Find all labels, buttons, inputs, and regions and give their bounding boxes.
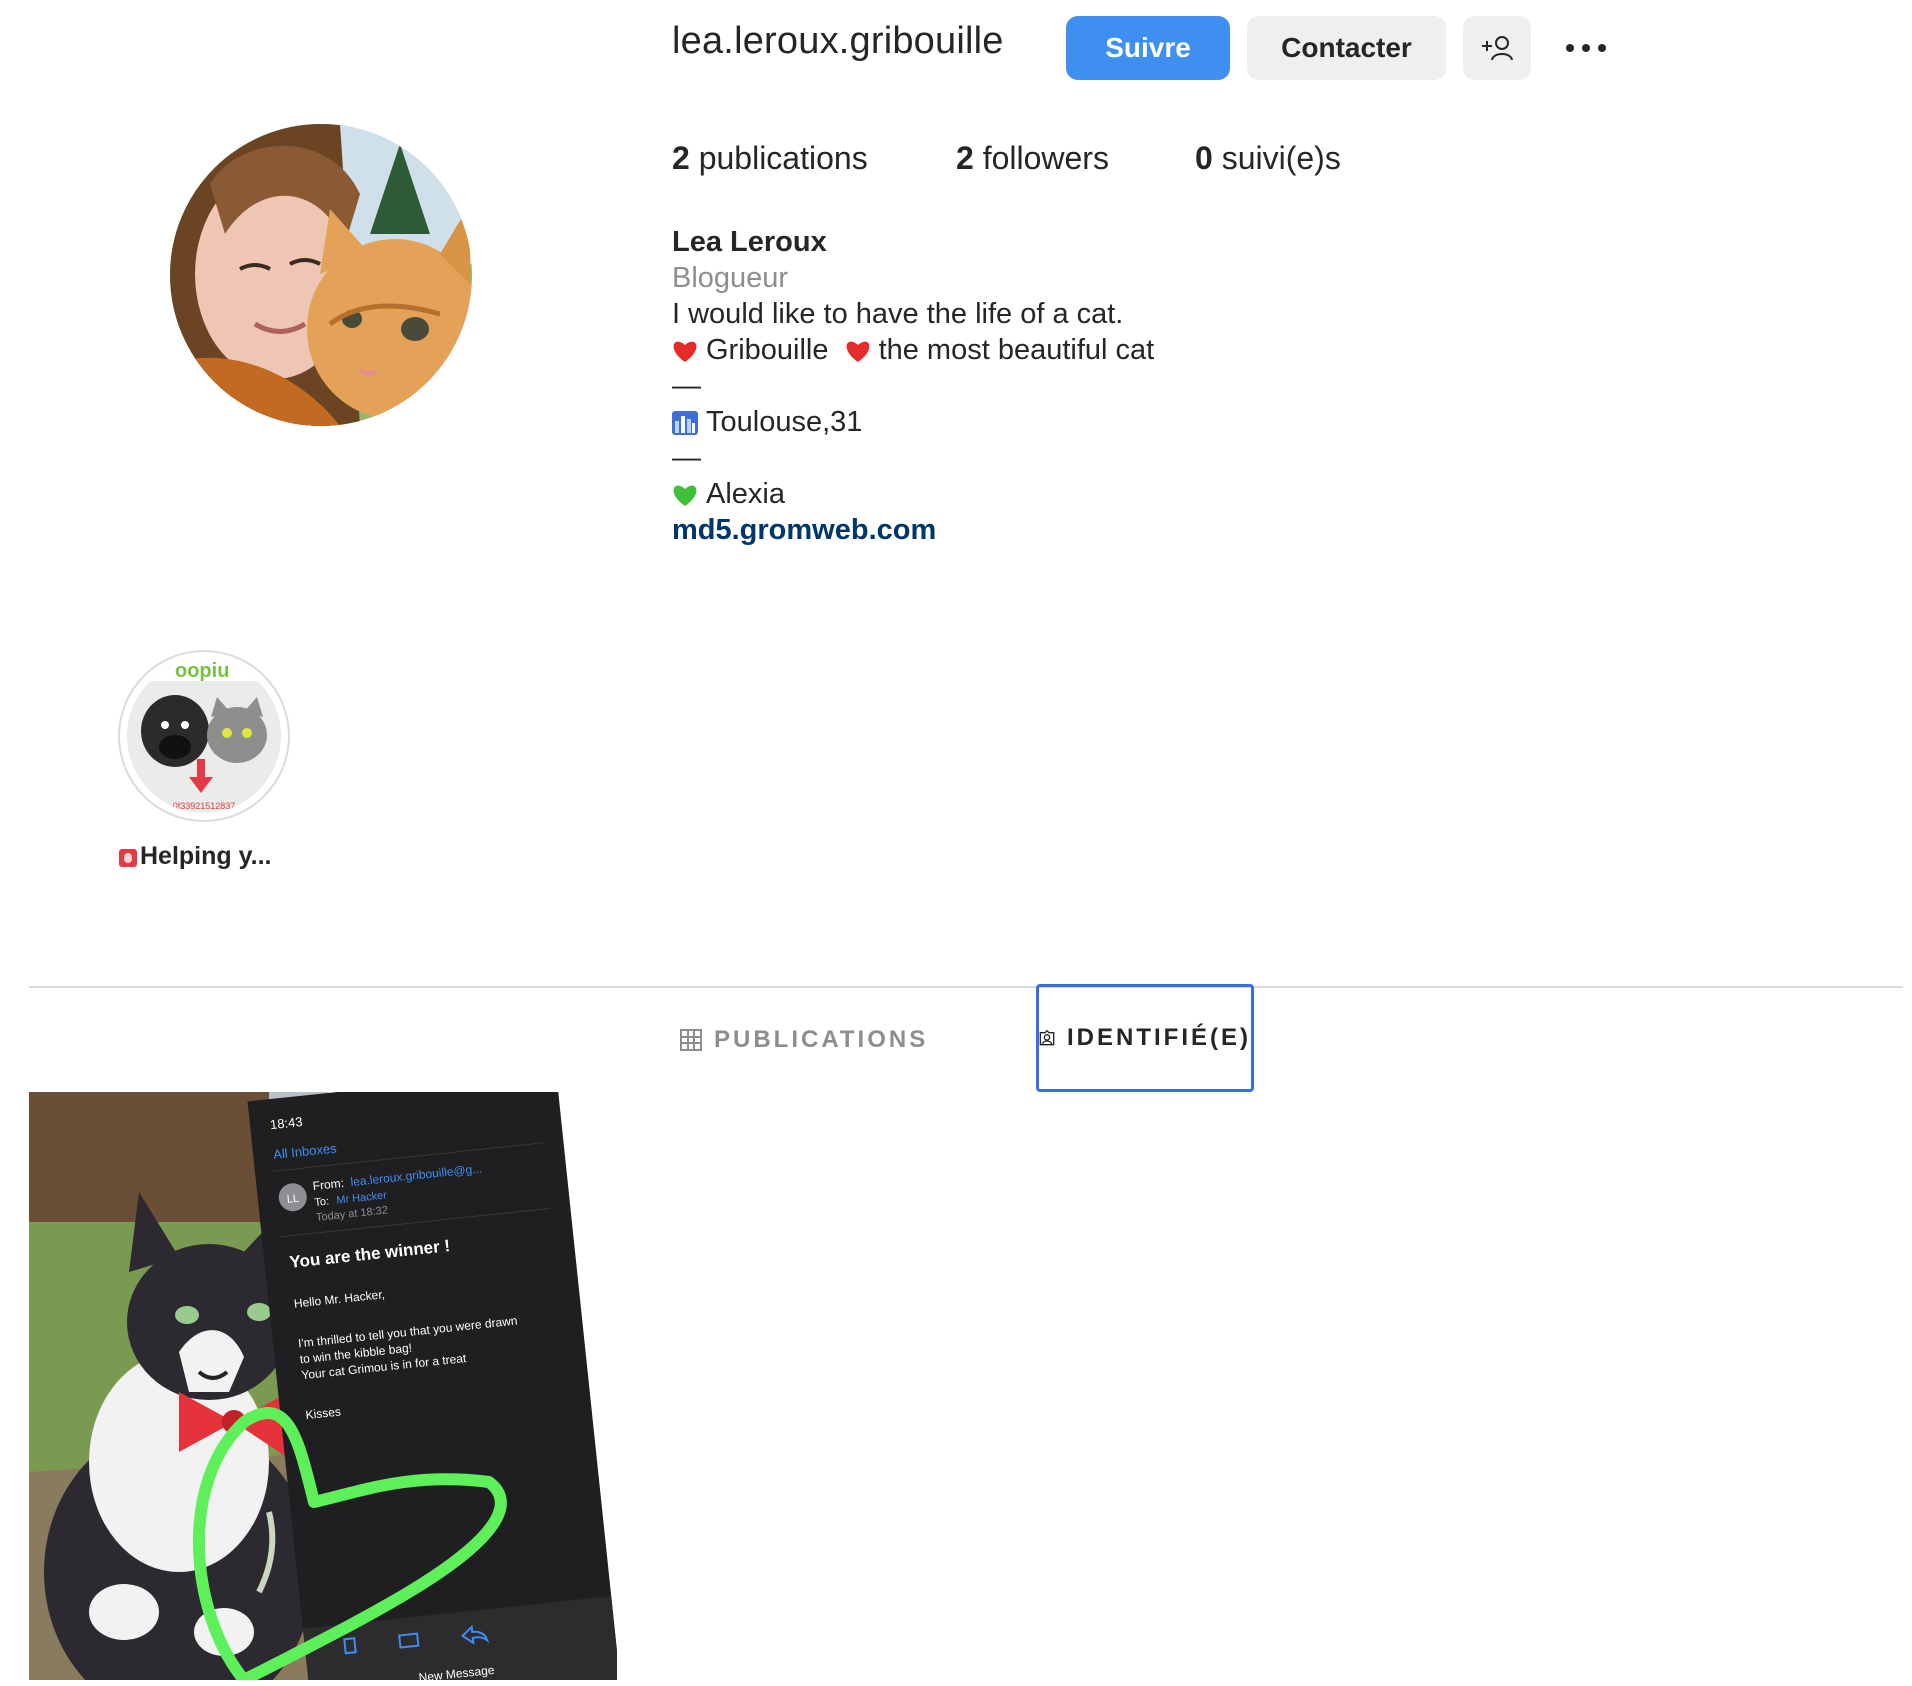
tab-tagged-label: IDENTIFIÉ(E)	[1067, 1024, 1251, 1051]
bio-separator: —	[672, 442, 701, 474]
red-heart-icon	[673, 341, 697, 363]
highlight-image-text: 0f33921512837	[173, 801, 236, 811]
profile-username: lea.leroux.gribouille	[672, 20, 1004, 62]
tagged-user-icon	[1039, 1029, 1055, 1046]
followers-count-value: 2	[956, 140, 974, 176]
followers-count[interactable]: 2 followers	[956, 140, 1109, 177]
add-user-icon	[1482, 36, 1513, 61]
highlight-cover: oopiu 0f33921512837	[127, 659, 281, 813]
bio-partner-text: Alexia	[706, 478, 785, 510]
post-thumbnail[interactable]: 18:43 All Inboxes LL From: lea.leroux.gr…	[29, 1092, 617, 1680]
green-heart-icon	[673, 485, 697, 507]
siren-icon	[119, 848, 137, 867]
profile-avatar[interactable]	[170, 124, 472, 426]
bio-line-2-a: Gribouille	[706, 334, 829, 366]
more-options-icon	[1566, 44, 1606, 52]
more-options-button[interactable]	[1556, 26, 1616, 70]
profile-website-link[interactable]: md5.gromweb.com	[672, 512, 1154, 548]
highlight-label-text: Helping y...	[140, 842, 272, 870]
add-user-button[interactable]	[1463, 16, 1531, 80]
following-count-label: suivi(e)s	[1212, 140, 1341, 176]
post-sender-initials: LL	[286, 1193, 299, 1206]
bio-location: Toulouse,31	[672, 404, 1154, 440]
follow-button[interactable]: Suivre	[1066, 16, 1230, 80]
bio-partner: Alexia	[672, 476, 1154, 512]
post-to-label: To:	[314, 1196, 330, 1209]
post-image: 18:43 All Inboxes LL From: lea.leroux.gr…	[29, 1092, 617, 1680]
following-count-value: 0	[1195, 140, 1213, 176]
story-highlight[interactable]: oopiu 0f33921512837	[118, 650, 290, 822]
posts-count-label: publications	[689, 140, 868, 176]
following-count[interactable]: 0 suivi(e)s	[1195, 140, 1341, 177]
bio-separator: —	[672, 370, 701, 402]
profile-full-name: Lea Leroux	[672, 226, 827, 258]
highlight-label[interactable]: Helping y...	[118, 842, 272, 871]
tab-publications-label: PUBLICATIONS	[714, 1026, 929, 1053]
bio-location-text: Toulouse,31	[706, 406, 863, 438]
bio-line-1: I would like to have the life of a cat.	[672, 298, 1124, 330]
profile-category: Blogueur	[672, 262, 789, 294]
bio-line-2-b: the most beautiful cat	[878, 334, 1155, 366]
profile-bio: Lea Leroux Blogueur I would like to have…	[672, 224, 1154, 548]
tabs-divider	[29, 986, 1903, 988]
followers-count-label: followers	[973, 140, 1109, 176]
grid-icon	[680, 1029, 702, 1051]
tab-tagged[interactable]: IDENTIFIÉ(E)	[1036, 984, 1254, 1092]
tab-publications[interactable]: PUBLICATIONS	[680, 1010, 928, 1070]
posts-count: 2 publications	[672, 140, 868, 177]
red-heart-icon	[846, 341, 870, 363]
posts-count-value: 2	[672, 140, 690, 176]
contact-button[interactable]: Contacter	[1247, 16, 1446, 80]
cityscape-icon	[672, 411, 698, 436]
svg-text:oopiu: oopiu	[175, 660, 229, 682]
bio-line-2: Gribouille the most beautiful cat	[672, 332, 1154, 368]
avatar-photo	[170, 124, 472, 426]
